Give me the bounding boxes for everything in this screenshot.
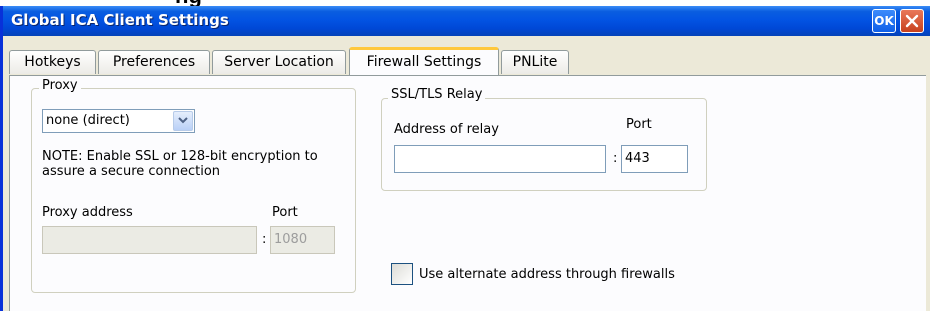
proxy-port-separator: : [262,232,267,247]
alternate-address-checkbox[interactable] [391,263,413,285]
relay-address-input[interactable] [394,145,606,173]
settings-window: Global ICA Client Settings OK Hotkeys Pr… [0,6,930,311]
alternate-address-label[interactable]: Use alternate address through firewalls [419,267,675,282]
proxy-address-input[interactable] [42,226,257,254]
relay-port-separator: : [613,151,618,166]
tab-server-location[interactable]: Server Location [212,50,346,74]
dropdown-button[interactable] [173,111,193,131]
relay-port-input[interactable]: 443 [621,145,688,173]
chevron-down-icon [178,117,188,124]
tab-panel: Proxy none (direct) NOTE: Enable SSL or … [9,75,926,311]
proxy-port-input[interactable]: 1080 [270,226,335,254]
ssl-relay-legend: SSL/TLS Relay [388,87,486,102]
relay-port-label: Port [626,117,652,132]
proxy-address-label: Proxy address [42,205,133,220]
close-icon [905,14,919,28]
title-bar[interactable]: Global ICA Client Settings OK [3,6,930,36]
proxy-legend: Proxy [39,78,81,93]
tab-firewall-settings[interactable]: Firewall Settings [349,47,499,75]
close-button[interactable] [900,9,924,33]
ok-button[interactable]: OK [872,9,896,33]
tab-preferences[interactable]: Preferences [98,50,210,74]
window-title: Global ICA Client Settings [11,11,229,29]
proxy-note: NOTE: Enable SSL or 128-bit encryption t… [42,149,318,164]
proxy-type-value: none (direct) [46,113,130,128]
relay-address-label: Address of relay [394,122,499,137]
tab-hotkeys[interactable]: Hotkeys [9,50,96,74]
proxy-port-label: Port [272,205,298,220]
tab-pnlite[interactable]: PNLite [501,50,569,74]
proxy-type-select[interactable]: none (direct) [42,109,195,133]
proxy-note-line2: assure a secure connection [42,164,221,179]
